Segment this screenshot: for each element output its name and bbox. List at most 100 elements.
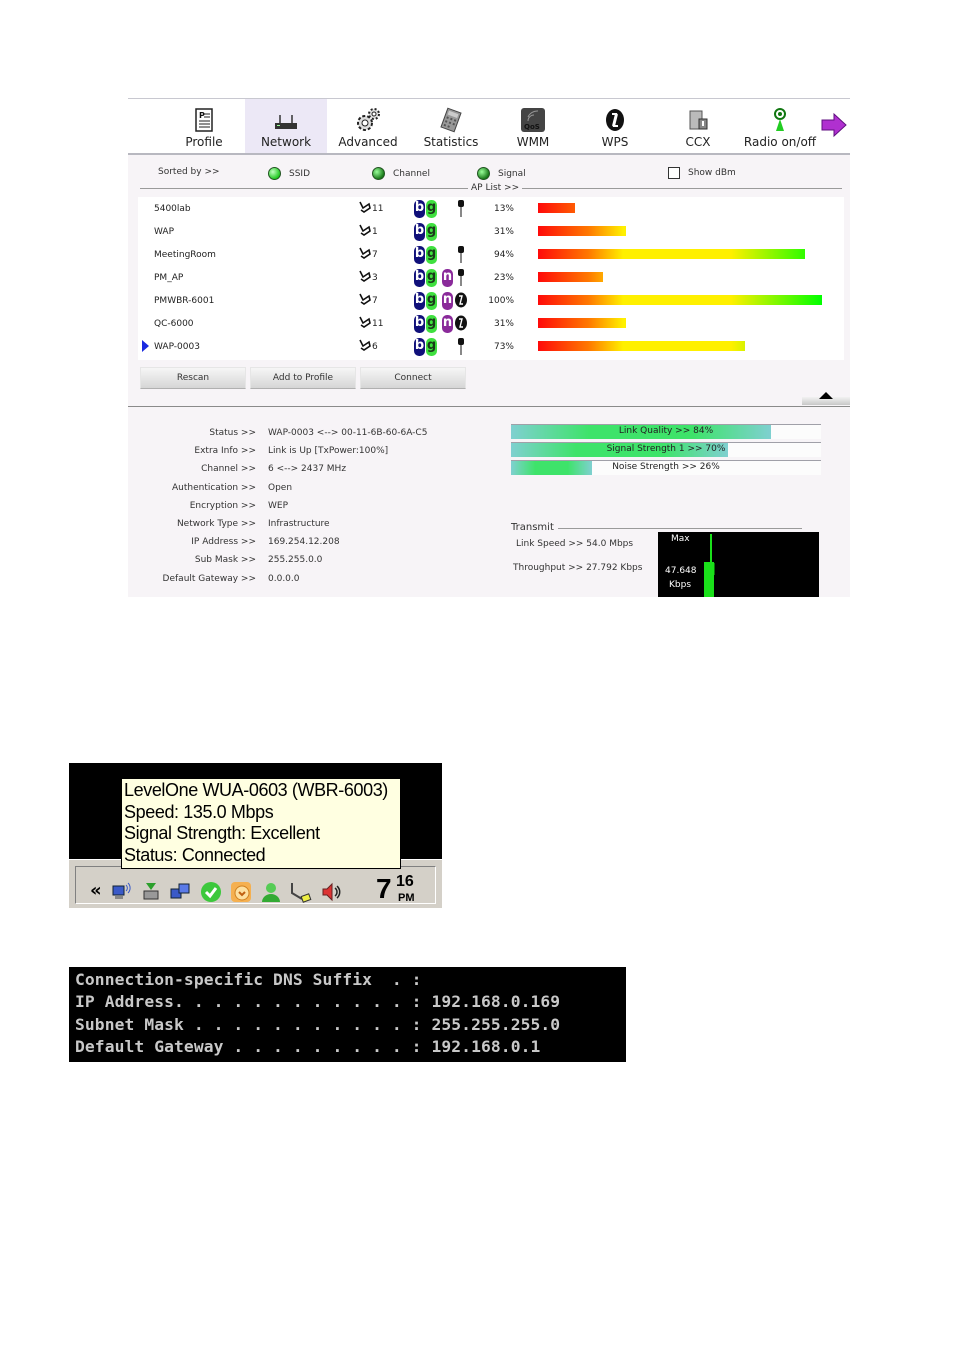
radio-antenna-icon [774, 108, 786, 131]
tab-label: Network [260, 135, 312, 149]
toolbar: P Profile Network Advanced Statistics Qo… [128, 99, 850, 155]
divider [128, 406, 850, 407]
tab-advanced[interactable]: Advanced [327, 99, 409, 153]
tab-wps[interactable]: WPS [574, 99, 656, 153]
console-line: Subnet Mask . . . . . . . . . . . : 255.… [75, 1014, 561, 1034]
status-value: WAP-0003 <--> 00-11-6B-60-6A-C5 [268, 428, 428, 438]
mode-b-badge: b [414, 338, 425, 356]
channel-icon [359, 270, 371, 282]
security-check-icon[interactable] [200, 881, 222, 903]
channel-icon [359, 247, 371, 259]
ap-list[interactable]: 5400lab 11 b g 13% WAP 1 b g 31% MeetingRoom 7 b g 94%… [138, 197, 844, 360]
ap-list-row[interactable]: WAP-0003 6 b g 73% [138, 335, 844, 358]
ap-ssid: QC-6000 [154, 319, 194, 329]
tooltip-line: Signal Strength: Excellent [124, 823, 320, 843]
clock-hour[interactable]: 7 [376, 873, 392, 905]
status-row: Extra Info >> Link is Up [TxPower:100%] [128, 446, 388, 460]
tab-statistics[interactable]: Statistics [410, 99, 492, 153]
ap-list-row[interactable]: WAP 1 b g 31% [138, 220, 844, 243]
graph-tick [714, 563, 715, 575]
mode-n-badge: n [442, 269, 453, 287]
wireless-network-icon[interactable] [110, 881, 132, 903]
mode-g-badge: g [426, 200, 437, 218]
safely-remove-icon[interactable] [140, 881, 162, 903]
mode-b-badge: b [414, 292, 425, 310]
tray-tooltip: LevelOne WUA-0603 (WBR-6003) Speed: 135.… [121, 778, 401, 869]
sort-bar: Sorted by >> SSID Channel Signal Show dB… [128, 159, 850, 193]
ap-list-row[interactable]: QC-6000 11 b g n 31% [138, 312, 844, 335]
ap-signal-percent: 94% [493, 250, 514, 260]
radio-button[interactable] [477, 167, 490, 180]
tab-radio-onoff[interactable]: Radio on/off [739, 99, 821, 153]
ap-list-row[interactable]: PM_AP 3 b g n 23% [138, 266, 844, 289]
sort-signal-radio[interactable]: Signal [477, 167, 526, 180]
ap-list-row[interactable]: 5400lab 11 b g 13% [138, 197, 844, 220]
ap-list-row[interactable]: PMWBR-6001 7 b g n 100% [138, 289, 844, 312]
tab-ccx[interactable]: CCX [657, 99, 739, 153]
meter-label: Signal Strength 1 >> 70% [606, 444, 726, 454]
mode-g-badge: g [426, 292, 437, 310]
mode-b-badge: b [414, 223, 425, 241]
ap-ssid: 5400lab [154, 204, 191, 214]
meter-label: Noise Strength >> 26% [612, 462, 720, 472]
sort-ssid-radio[interactable]: SSID [268, 167, 310, 180]
show-hidden-icons-button[interactable]: « [90, 880, 102, 901]
clock-minute[interactable]: 16 [396, 873, 414, 891]
ap-ssid: PMWBR-6001 [154, 296, 215, 306]
mode-g-badge: g [426, 269, 437, 287]
selected-arrow-icon [142, 340, 149, 352]
status-label: Channel >> [201, 464, 256, 475]
gears-icon [357, 108, 380, 131]
clock-ampm[interactable]: PM [398, 892, 415, 904]
channel-icon [359, 293, 371, 305]
add-to-profile-button[interactable]: Add to Profile [250, 367, 356, 389]
radio-button[interactable] [372, 167, 385, 180]
ap-signal-percent: 73% [493, 342, 514, 352]
qos-icon: QoS [521, 108, 545, 132]
rescan-button[interactable]: Rescan [140, 367, 246, 389]
status-row: Authentication >> Open [128, 483, 292, 497]
collapse-button[interactable] [802, 392, 850, 405]
graph-unit: Kbps [669, 580, 692, 590]
status-label: IP Address >> [191, 537, 256, 548]
status-row: Sub Mask >> 255.255.0.0 [128, 555, 323, 569]
tab-network[interactable]: Network [245, 99, 327, 153]
status-value: WEP [268, 500, 289, 511]
ap-signal-percent: 31% [493, 227, 514, 237]
ap-channel: 11 [372, 204, 384, 214]
network-connections-icon[interactable] [169, 881, 191, 903]
channel-icon [359, 224, 371, 236]
mode-g-badge: g [426, 246, 437, 264]
tab-profile[interactable]: P Profile [163, 99, 245, 153]
ap-signal-bar [538, 272, 603, 282]
mode-b-badge: b [414, 315, 425, 333]
status-row: Status >> WAP-0003 <--> 00-11-6B-60-6A-C5 [128, 428, 427, 442]
tab-label: Statistics [423, 135, 479, 149]
ap-signal-percent: 13% [493, 204, 514, 214]
arrow-right-icon[interactable] [820, 111, 848, 139]
show-dbm-checkbox[interactable]: Show dBm [668, 167, 736, 179]
status-row: IP Address >> 169.254.12.208 [128, 537, 339, 551]
profile-icon: P [195, 108, 213, 132]
ap-list-row[interactable]: MeetingRoom 7 b g 94% [138, 243, 844, 266]
link-speed: Link Speed >> 54.0 Mbps [516, 539, 634, 549]
ap-ssid: WAP [154, 227, 174, 237]
sort-channel-radio[interactable]: Channel [372, 167, 430, 180]
tab-label: CCX [685, 135, 711, 149]
connect-button[interactable]: Connect [360, 367, 466, 389]
meter-bar: Link Quality >> 84% [511, 424, 821, 439]
ap-signal-bar [538, 203, 575, 213]
mode-b-badge: b [414, 200, 425, 218]
wps-icon [455, 315, 467, 331]
volume-icon[interactable] [320, 881, 342, 903]
user-icon[interactable] [260, 881, 282, 903]
tab-label: WMM [516, 135, 550, 149]
messenger-icon[interactable] [230, 881, 252, 903]
ap-channel: 3 [372, 273, 378, 283]
throughput-graph: Max 47.648 Kbps [658, 532, 819, 597]
checkbox[interactable] [668, 167, 680, 179]
radio-button[interactable] [268, 167, 281, 180]
usb-plug-icon[interactable] [290, 881, 312, 903]
tab-wmm[interactable]: QoS WMM [492, 99, 574, 153]
ap-channel: 7 [372, 250, 378, 260]
